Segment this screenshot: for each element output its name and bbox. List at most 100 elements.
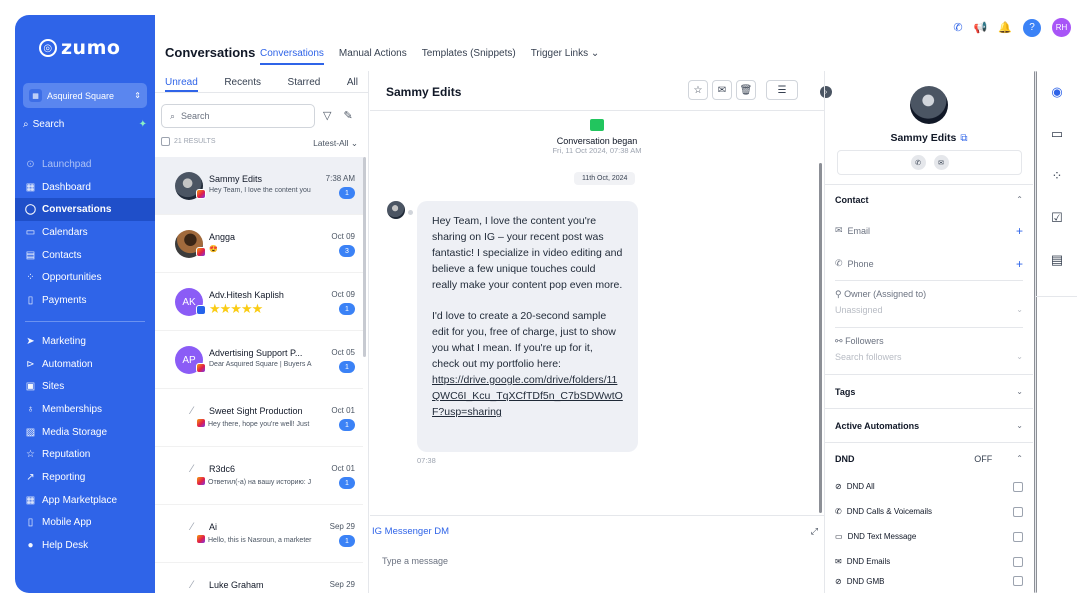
help-button[interactable]: ?	[1023, 18, 1041, 37]
email-field[interactable]: ✉ Email +	[825, 214, 1033, 247]
section-title: Active Automations	[835, 420, 920, 431]
media-icon: ▨	[25, 426, 36, 438]
sidebar-item-marketing[interactable]: ➤ Marketing	[15, 330, 155, 353]
section-automations[interactable]: Active Automations ⌄	[825, 408, 1033, 442]
list-item[interactable]: AP Advertising Support P... Oct 05 Dear …	[155, 331, 363, 389]
sidebar-item-calendars[interactable]: ▭ Calendars	[15, 221, 155, 244]
add-phone-button[interactable]: +	[1016, 257, 1023, 271]
sidebar-item-payments[interactable]: ▯ Payments	[15, 289, 155, 312]
chat-header: Sammy Edits ☆ ✉ 🗑 ☰ ›	[370, 71, 832, 111]
search-input[interactable]: ⌕ Search	[161, 104, 315, 128]
sidebar-item-contacts[interactable]: ▤ Contacts	[15, 244, 155, 267]
message-input[interactable]: Type a message	[382, 556, 448, 566]
external-link-icon[interactable]: ⧉	[960, 133, 967, 144]
sidebar-item-label: Dashboard	[42, 181, 91, 193]
mark-read-button[interactable]: ✉	[712, 80, 732, 100]
dnd-checkbox[interactable]	[1013, 531, 1023, 542]
list-item[interactable]: ⁄ Luke Graham Sep 29	[155, 563, 363, 593]
dnd-checkbox[interactable]	[1013, 556, 1023, 567]
mail-icon[interactable]: ✉	[933, 155, 949, 170]
star-button[interactable]: ☆	[688, 80, 708, 100]
opportunities-icon[interactable]: ⁘	[1036, 155, 1077, 197]
item-preview: Ответил(-а) на вашу историю: J	[208, 479, 312, 486]
tab-trigger-links[interactable]: Trigger Links ⌄	[531, 48, 600, 65]
sidebar-search[interactable]: ⌕ Search ✦	[23, 119, 147, 130]
search-icon: ⌕	[170, 110, 176, 121]
sidebar-item-label: Payments	[42, 294, 87, 306]
compose-icon[interactable]: ✎	[343, 109, 352, 122]
dnd-all-row[interactable]: ⊘ DND All	[825, 474, 1033, 499]
tab-recents[interactable]: Recents	[224, 77, 261, 92]
message-link[interactable]: https://drive.google.com/drive/folders/1…	[432, 374, 623, 418]
list-item[interactable]: AK Adv.Hitesh Kaplish Oct 09 ★★★★★ 1	[155, 273, 363, 331]
owner-select[interactable]: Unassigned ⌄	[825, 300, 1033, 321]
contacts-icon: ▤	[25, 249, 36, 261]
chat-scrollbar[interactable]	[819, 163, 822, 513]
list-scrollbar[interactable]	[363, 157, 366, 357]
delete-button[interactable]: 🗑	[736, 80, 756, 100]
help-icon: ●	[27, 540, 34, 552]
sidebar-item-reporting[interactable]: ↗ Reporting	[15, 466, 155, 489]
sidebar-item-automation[interactable]: ⊳ Automation	[15, 353, 155, 376]
list-item[interactable]: Sammy Edits 7:38 AM Hey Team, I love the…	[155, 157, 363, 215]
item-name: Angga	[209, 232, 236, 242]
add-email-button[interactable]: +	[1016, 224, 1023, 238]
tab-templates[interactable]: Templates (Snippets)	[422, 48, 516, 65]
list-tabs: Unread Recents Starred All	[155, 71, 368, 93]
dnd-checkbox[interactable]	[1013, 506, 1023, 517]
sidebar-item-opportunities[interactable]: ⁘ Opportunities	[15, 266, 155, 289]
channel-selector[interactable]: IG Messenger DM	[372, 526, 449, 537]
sidebar-item-mobile-app[interactable]: ▯ Mobile App	[15, 512, 155, 535]
dnd-gmb-row[interactable]: ⊘ DND GMB	[825, 574, 1033, 588]
filter-icon[interactable]: ▽	[323, 109, 331, 122]
filter-button[interactable]: ☰	[766, 80, 798, 100]
notes-icon[interactable]: ▤	[1036, 239, 1077, 281]
section-dnd[interactable]: DND OFF ⌃	[825, 442, 1033, 474]
user-avatar[interactable]: RH	[1052, 18, 1071, 37]
quick-actions: ✆ ✉	[837, 150, 1022, 175]
list-item[interactable]: ⁄ Ai Sep 29 Hello, this is Nasroun, a ma…	[155, 505, 363, 563]
phone-field[interactable]: ✆ Phone +	[825, 247, 1033, 280]
sidebar-search-label: Search	[32, 119, 65, 130]
sidebar-item-sites[interactable]: ▣ Sites	[15, 375, 155, 398]
dnd-text-row[interactable]: ▭ DND Text Message	[825, 524, 1033, 549]
tab-unread[interactable]: Unread	[165, 77, 198, 92]
megaphone-icon[interactable]: 📢	[974, 21, 988, 34]
conversation-began: Conversation began Fri, 11 Oct 2024, 07:…	[370, 119, 824, 155]
sidebar-item-reputation[interactable]: ☆ Reputation	[15, 443, 155, 466]
dnd-checkbox[interactable]	[1013, 576, 1023, 586]
item-preview: Hey Team, I love the content you	[209, 187, 311, 194]
section-tags[interactable]: Tags ⌄	[825, 374, 1033, 408]
message-text: I'd love to create a 20-second sample ed…	[432, 310, 616, 370]
contact-icon[interactable]: ◉	[1036, 71, 1077, 113]
section-contact[interactable]: Contact ⌃	[825, 184, 1033, 214]
sort-dropdown[interactable]: Latest-All ⌄	[313, 138, 358, 149]
account-switcher[interactable]: ▦ Asquired Square ⇕	[23, 83, 147, 108]
dnd-emails-row[interactable]: ✉ DND Emails	[825, 549, 1033, 574]
tab-all[interactable]: All	[347, 77, 358, 92]
sidebar-item-conversations[interactable]: ◯ Conversations	[15, 198, 155, 222]
sidebar-item-help-desk[interactable]: ● Help Desk	[15, 534, 155, 557]
tab-starred[interactable]: Starred	[288, 77, 321, 92]
bell-icon[interactable]: 🔔	[998, 21, 1012, 34]
sidebar-item-app-marketplace[interactable]: ▦ App Marketplace	[15, 489, 155, 512]
phone-icon[interactable]: ✆	[910, 155, 926, 170]
sidebar-item-media-storage[interactable]: ▨ Media Storage	[15, 421, 155, 444]
expand-icon[interactable]: ⤢	[811, 526, 818, 537]
dnd-calls-row[interactable]: ✆ DND Calls & Voicemails	[825, 499, 1033, 524]
list-item[interactable]: ⁄ Sweet Sight Production Oct 01 Hey ther…	[155, 389, 363, 447]
list-item[interactable]: ⁄ R3dc6 Oct 01 Ответил(-а) на вашу истор…	[155, 447, 363, 505]
select-all-checkbox[interactable]	[161, 137, 170, 146]
sidebar-item-launchpad[interactable]: ⊙ Launchpad	[15, 153, 155, 176]
calendar-icon[interactable]: ▭	[1036, 113, 1077, 155]
sidebar-item-memberships[interactable]: ♁ Memberships	[15, 398, 155, 421]
list-item[interactable]: Angga Oct 09 😍 3	[155, 215, 363, 273]
phone-icon[interactable]: ✆	[953, 21, 962, 34]
dnd-checkbox[interactable]	[1013, 481, 1023, 492]
followers-select[interactable]: Search followers ⌄	[825, 347, 1033, 374]
mail-icon: ✉	[835, 225, 843, 235]
sidebar-item-dashboard[interactable]: ▦ Dashboard	[15, 176, 155, 199]
task-icon[interactable]: ☑	[1036, 197, 1077, 239]
tab-conversations[interactable]: Conversations	[260, 48, 324, 65]
tab-manual-actions[interactable]: Manual Actions	[339, 48, 407, 65]
